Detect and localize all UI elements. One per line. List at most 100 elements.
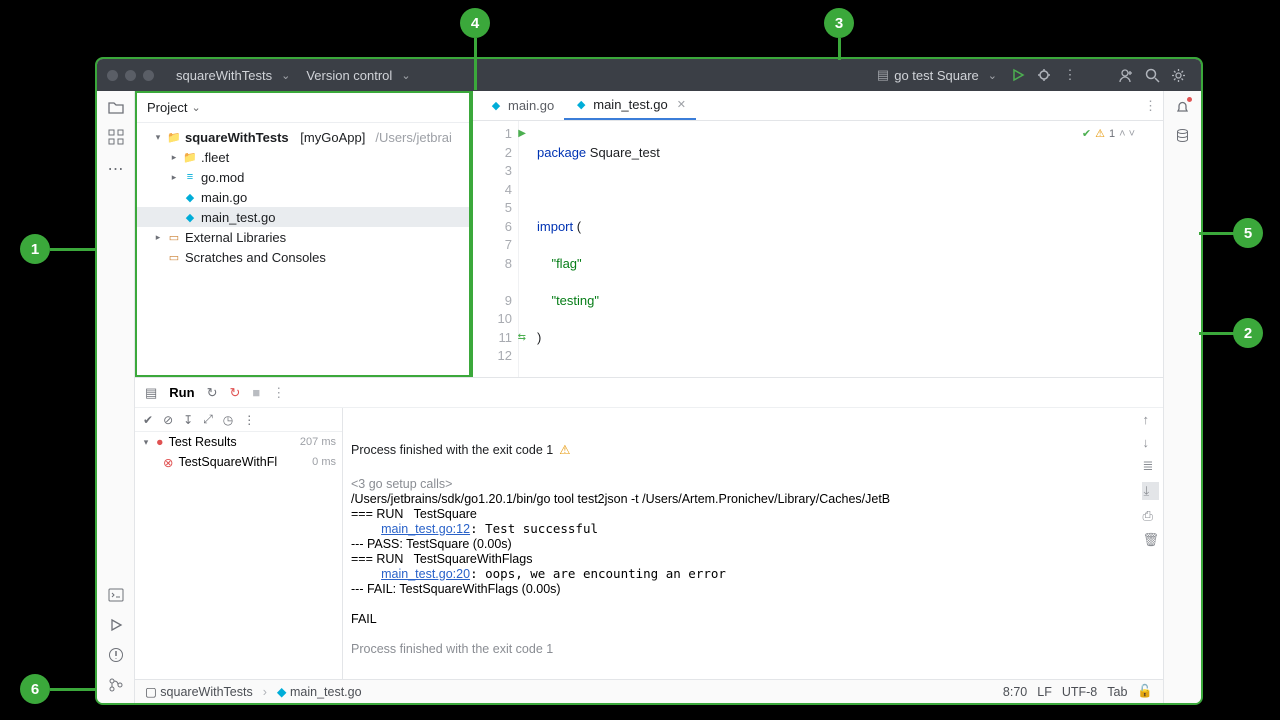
titlebar: squareWithTests Version control ▤ go tes… xyxy=(97,59,1201,91)
library-icon: ▭ xyxy=(167,230,181,244)
run-tool-window: ▤ Run ↻ ↻ ■ ⋮ ✔ ⊘ ↧ ⤢ ◷ xyxy=(135,377,1163,679)
run-config-selector[interactable]: ▤ go test Square xyxy=(869,64,1005,86)
console-link[interactable]: main_test.go:20 xyxy=(381,567,470,581)
tree-file-maintest[interactable]: ◆main_test.go xyxy=(137,207,469,227)
line-sep[interactable]: LF xyxy=(1037,685,1052,699)
tree-folder-fleet[interactable]: ▸📁.fleet xyxy=(137,147,469,167)
print-icon[interactable]: ⎙ xyxy=(1142,508,1159,524)
cursor-pos[interactable]: 8:70 xyxy=(1003,685,1027,699)
callout-2-lead xyxy=(1199,332,1235,335)
stop-icon[interactable]: ■ xyxy=(252,385,260,400)
run-button[interactable] xyxy=(1005,62,1031,88)
callout-5-lead xyxy=(1199,232,1235,235)
tree-root[interactable]: ▾📁squareWithTests [myGoApp]/Users/jetbra… xyxy=(137,127,469,147)
max-dot[interactable] xyxy=(143,70,154,81)
rerun-failed-icon[interactable]: ↻ xyxy=(229,385,240,401)
vcs-menu[interactable]: Version control xyxy=(298,65,418,86)
encoding[interactable]: UTF-8 xyxy=(1062,685,1097,699)
structure-tool-icon[interactable] xyxy=(108,129,124,145)
callout-3: 3 xyxy=(824,8,854,38)
test-results-root[interactable]: ▾●Test Results207 ms xyxy=(135,432,342,452)
run-config-icon: ▤ xyxy=(877,67,889,83)
notifications-icon[interactable] xyxy=(1175,99,1190,114)
history-icon[interactable]: ◷ xyxy=(223,413,233,427)
tab-main-go[interactable]: ◆ main.go xyxy=(479,91,564,120)
scroll-down-icon[interactable]: ↓ xyxy=(1142,435,1159,450)
tree-scratches[interactable]: ▭Scratches and Consoles xyxy=(137,247,469,267)
folder-icon: 📁 xyxy=(167,130,181,144)
project-panel-title: Project xyxy=(147,100,187,115)
settings-icon[interactable] xyxy=(1165,62,1191,88)
warning-icon: ⚠ xyxy=(559,442,570,457)
console-output[interactable]: Process finished with the exit code 1⚠ <… xyxy=(343,408,1163,679)
database-icon[interactable] xyxy=(1175,128,1190,143)
debug-button[interactable] xyxy=(1031,62,1057,88)
test-tree-toolbar: ✔ ⊘ ↧ ⤢ ◷ ⋮ xyxy=(135,408,342,432)
tree-ext-libraries[interactable]: ▸▭External Libraries xyxy=(137,227,469,247)
run-gutter-icon[interactable]: ▶ xyxy=(518,125,526,144)
callout-6-lead xyxy=(50,688,96,691)
breadcrumb-root[interactable]: ▢ squareWithTests xyxy=(145,684,253,699)
scroll-end-icon[interactable]: ⤓ xyxy=(1142,482,1159,500)
min-dot[interactable] xyxy=(125,70,136,81)
callout-3-lead xyxy=(838,38,841,60)
warning-count: 1 xyxy=(1109,125,1115,144)
callout-1-lead xyxy=(50,248,96,251)
expand-icon[interactable]: ⤢ xyxy=(203,412,213,427)
console-line: FAIL xyxy=(351,612,377,626)
window-controls[interactable] xyxy=(107,70,154,81)
code-editor[interactable]: 1▶ 2 3 4 5 6 7 8 9 10 11⇆ 12 xyxy=(473,121,1163,377)
console-link[interactable]: main_test.go:12 xyxy=(381,522,470,536)
indent[interactable]: Tab xyxy=(1107,685,1127,699)
scroll-up-icon[interactable]: ↑ xyxy=(1142,412,1159,427)
sort-icon[interactable]: ↧ xyxy=(183,413,193,427)
tab-main-test-go[interactable]: ◆main_test.go✕ xyxy=(564,91,696,120)
tree-root-suffix: [myGoApp] xyxy=(300,130,365,145)
more-actions-icon[interactable]: ⋮ xyxy=(1057,62,1083,88)
run-tool-icon[interactable] xyxy=(108,617,124,633)
git-tool-icon[interactable] xyxy=(108,677,124,693)
tree-item-label: main_test.go xyxy=(201,210,275,225)
test-item-fail[interactable]: ⊗TestSquareWithFl0 ms xyxy=(135,452,342,472)
readonly-icon[interactable]: 🔓 xyxy=(1137,684,1153,699)
breadcrumb-file[interactable]: ◆ main_test.go xyxy=(277,684,362,699)
clear-icon[interactable]: 🗑 xyxy=(1142,532,1159,548)
tree-item-label: go.mod xyxy=(201,170,244,185)
tab-label: main_test.go xyxy=(593,97,667,112)
project-tree[interactable]: ▾📁squareWithTests [myGoApp]/Users/jetbra… xyxy=(137,123,469,271)
more-tools-icon[interactable]: ⋯ xyxy=(108,159,124,179)
search-icon[interactable] xyxy=(1139,62,1165,88)
close-icon[interactable]: ✕ xyxy=(677,98,686,111)
go-file-icon: ◆ xyxy=(489,99,503,113)
rerun-icon[interactable]: ↻ xyxy=(207,385,218,401)
run-gutter-icon[interactable]: ⇆ xyxy=(518,329,526,348)
tabs-more-icon[interactable]: ⋮ xyxy=(1144,98,1157,114)
folder-icon: 📁 xyxy=(183,150,197,164)
project-tool-icon[interactable] xyxy=(108,99,124,115)
run-tool-icon: ▤ xyxy=(145,385,157,401)
terminal-tool-icon[interactable] xyxy=(108,587,124,603)
problems-tool-icon[interactable] xyxy=(108,647,124,663)
inspection-badge[interactable]: ✔⚠1 ˄ ˅ xyxy=(1082,125,1135,144)
passed-filter-icon[interactable]: ✔ xyxy=(143,413,153,427)
editor-area: ◆main.go ◆main_test.go✕ ⋮ 1▶ 2 3 4 5 6 xyxy=(471,91,1163,377)
more-icon[interactable]: ⋮ xyxy=(272,385,285,401)
ignored-filter-icon[interactable]: ⊘ xyxy=(163,413,173,427)
more-icon[interactable]: ⋮ xyxy=(243,413,255,427)
test-tree[interactable]: ✔ ⊘ ↧ ⤢ ◷ ⋮ ▾●Test Results207 ms ⊗TestSq… xyxy=(135,408,343,679)
callout-6: 6 xyxy=(20,674,50,704)
project-panel-header[interactable]: Project xyxy=(137,93,469,123)
soft-wrap-icon[interactable]: ≣ xyxy=(1142,458,1159,474)
tree-file-main[interactable]: ◆main.go xyxy=(137,187,469,207)
code-body[interactable]: package Square_test import ( "flag" "tes… xyxy=(519,121,1163,377)
tab-label: main.go xyxy=(508,98,554,113)
fail-icon: ● xyxy=(156,435,164,449)
console-line: === RUN TestSquareWithFlags xyxy=(351,552,532,566)
close-dot[interactable] xyxy=(107,70,118,81)
project-selector[interactable]: squareWithTests xyxy=(168,65,298,86)
code-with-me-icon[interactable] xyxy=(1113,62,1139,88)
tree-file-gomod[interactable]: ▸≡go.mod xyxy=(137,167,469,187)
run-title: Run xyxy=(169,385,194,400)
run-toolbar: ▤ Run ↻ ↻ ■ ⋮ xyxy=(135,378,1163,408)
go-file-icon: ◆ xyxy=(183,190,197,204)
